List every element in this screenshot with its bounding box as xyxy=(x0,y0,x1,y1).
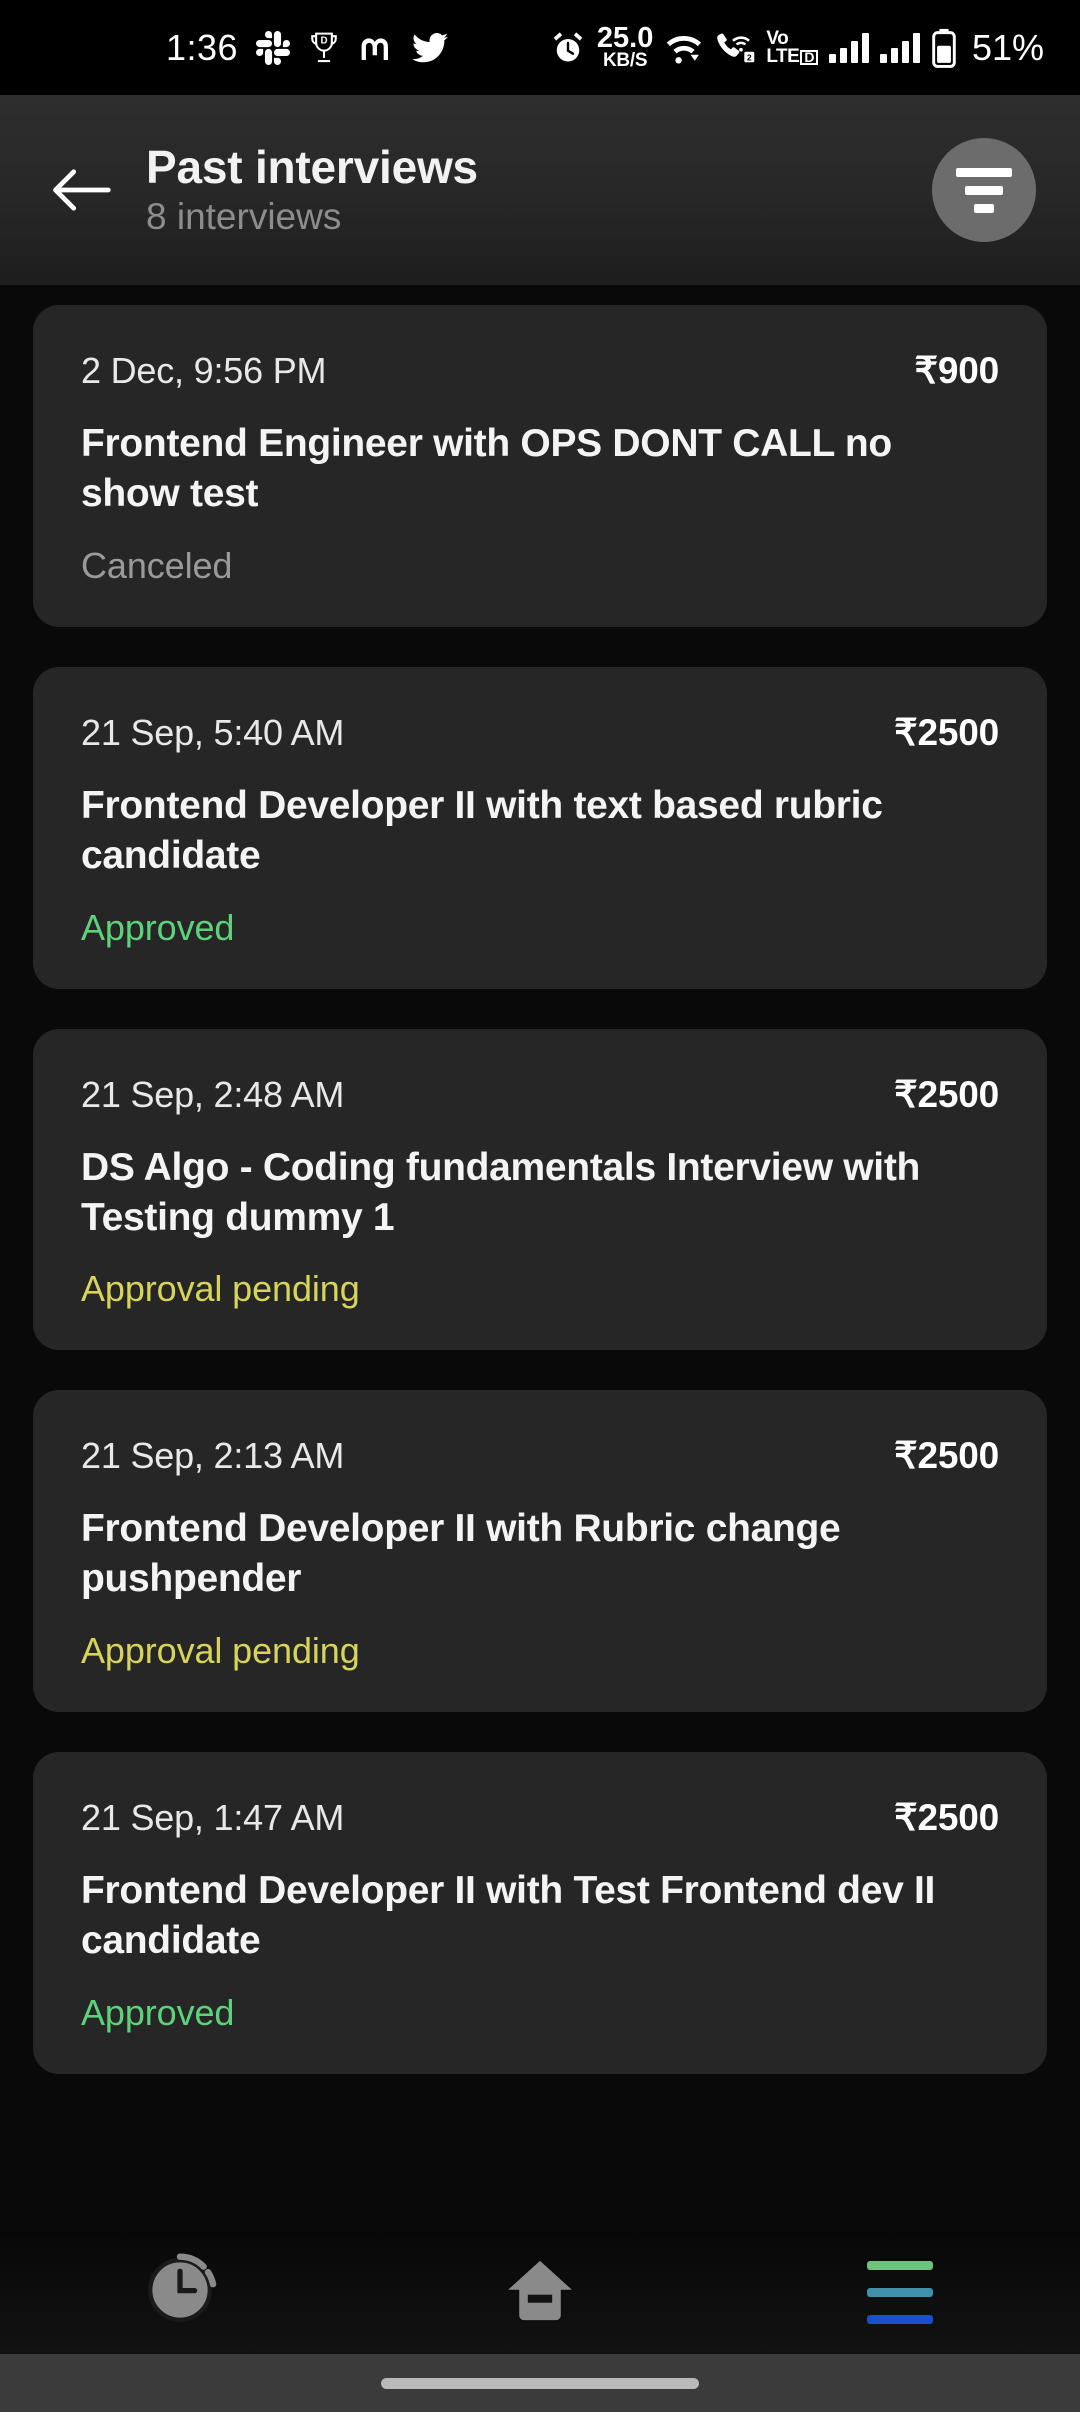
filter-button[interactable] xyxy=(932,138,1036,242)
status-badge: Canceled xyxy=(81,544,233,586)
battery-icon xyxy=(931,28,957,68)
network-speed-indicator: 25.0 KB/S xyxy=(596,21,654,72)
gesture-pill[interactable] xyxy=(381,2377,699,2389)
interview-card[interactable]: 2 Dec, 9:56 PM ₹900 Frontend Engineer wi… xyxy=(33,305,1047,627)
status-badge: Approved xyxy=(81,906,235,948)
recent-apps-button[interactable] xyxy=(0,2230,360,2354)
home-button[interactable] xyxy=(360,2230,720,2354)
network-speed-value: 25.0 xyxy=(596,21,654,54)
mastodon-icon xyxy=(358,33,394,63)
status-badge: Approval pending xyxy=(81,1630,360,1672)
page-title: Past interviews xyxy=(146,141,478,194)
interview-card-header: 2 Dec, 9:56 PM ₹900 xyxy=(81,349,999,392)
alarm-clock-icon xyxy=(550,30,586,66)
interview-title: Frontend Developer II with Rubric change… xyxy=(81,1507,841,1601)
network-speed-unit: KB/S xyxy=(603,50,648,72)
page-subtitle: 8 interviews xyxy=(146,196,342,238)
interview-date: 21 Sep, 1:47 AM xyxy=(81,1797,345,1839)
volte-label-bottom: LTE D xyxy=(766,47,818,66)
wifi-icon xyxy=(664,31,704,65)
volte-badge: Vo LTE D xyxy=(766,29,818,66)
twitter-icon xyxy=(412,32,449,63)
wifi-calling-icon: 2 xyxy=(715,31,755,65)
status-badge: Approval pending xyxy=(81,1268,360,1310)
interview-date: 21 Sep, 5:40 AM xyxy=(81,711,345,753)
menu-icon-line-1 xyxy=(867,2260,933,2270)
menu-button[interactable] xyxy=(720,2230,1080,2354)
interview-title: DS Algo - Coding fundamentals Interview … xyxy=(81,1145,921,1239)
status-bar-right: 25.0 KB/S 2 Vo LTE D 51% xyxy=(550,21,1044,72)
wifi-calling-sim-label: 2 xyxy=(747,52,752,62)
filter-icon-bar-2 xyxy=(965,185,1003,195)
interview-card-header: 21 Sep, 1:47 AM ₹2500 xyxy=(81,1796,999,1839)
status-bar-left: 1:36 D xyxy=(166,26,449,69)
status-bar-clock: 1:36 xyxy=(166,26,239,68)
interview-card-header: 21 Sep, 2:48 AM ₹2500 xyxy=(81,1073,999,1116)
menu-icon-line-3 xyxy=(867,2314,933,2324)
svg-text:D: D xyxy=(321,35,328,46)
signal-bars-sim2 xyxy=(879,32,920,63)
battery-percentage: 51% xyxy=(971,26,1044,68)
interview-card-header: 21 Sep, 5:40 AM ₹2500 xyxy=(81,711,999,754)
interview-date: 21 Sep, 2:48 AM xyxy=(81,1073,345,1115)
interview-price: ₹2500 xyxy=(894,711,999,753)
signal-bars-sim1 xyxy=(828,32,869,63)
menu-icon-line-2 xyxy=(867,2287,933,2297)
interview-date: 21 Sep, 2:13 AM xyxy=(81,1435,345,1477)
interview-card[interactable]: 21 Sep, 2:48 AM ₹2500 DS Algo - Coding f… xyxy=(33,1028,1047,1351)
interview-price: ₹900 xyxy=(914,350,1000,391)
interview-price: ₹2500 xyxy=(894,1073,999,1115)
interview-card-header: 21 Sep, 2:13 AM ₹2500 xyxy=(81,1434,999,1477)
menu-icon xyxy=(867,2260,933,2324)
app-header: Past interviews 8 interviews xyxy=(0,95,1080,285)
interview-title: Frontend Engineer with OPS DONT CALL no … xyxy=(81,422,892,515)
interview-card[interactable]: 21 Sep, 1:47 AM ₹2500 Frontend Developer… xyxy=(33,1752,1047,2075)
interview-date: 2 Dec, 9:56 PM xyxy=(81,350,327,391)
recent-apps-clock-icon xyxy=(142,2252,218,2333)
status-badge: Approved xyxy=(81,1992,235,2034)
interview-title: Frontend Developer II with Test Frontend… xyxy=(81,1869,936,1963)
filter-icon-bar-3 xyxy=(974,203,994,213)
trophy-d-icon: D xyxy=(308,31,340,65)
status-bar: 1:36 D 25.0 KB/S 2 Vo LTE D 51% xyxy=(0,0,1080,95)
interview-title: Frontend Developer II with text based ru… xyxy=(81,783,883,877)
back-arrow-icon[interactable] xyxy=(44,153,118,227)
home-icon xyxy=(504,2258,576,2327)
interview-price: ₹2500 xyxy=(894,1435,999,1477)
interview-card[interactable]: 21 Sep, 5:40 AM ₹2500 Frontend Developer… xyxy=(33,666,1047,989)
gesture-navigation-bar xyxy=(0,2354,1080,2412)
filter-icon-bar-1 xyxy=(956,167,1012,177)
interview-price: ₹2500 xyxy=(894,1797,999,1839)
interview-list[interactable]: 2 Dec, 9:56 PM ₹900 Frontend Engineer wi… xyxy=(0,285,1080,2230)
slack-icon xyxy=(256,30,291,65)
interview-card[interactable]: 21 Sep, 2:13 AM ₹2500 Frontend Developer… xyxy=(33,1390,1047,1713)
system-navigation-bar xyxy=(0,2230,1080,2354)
header-text-block: Past interviews 8 interviews xyxy=(146,141,478,238)
